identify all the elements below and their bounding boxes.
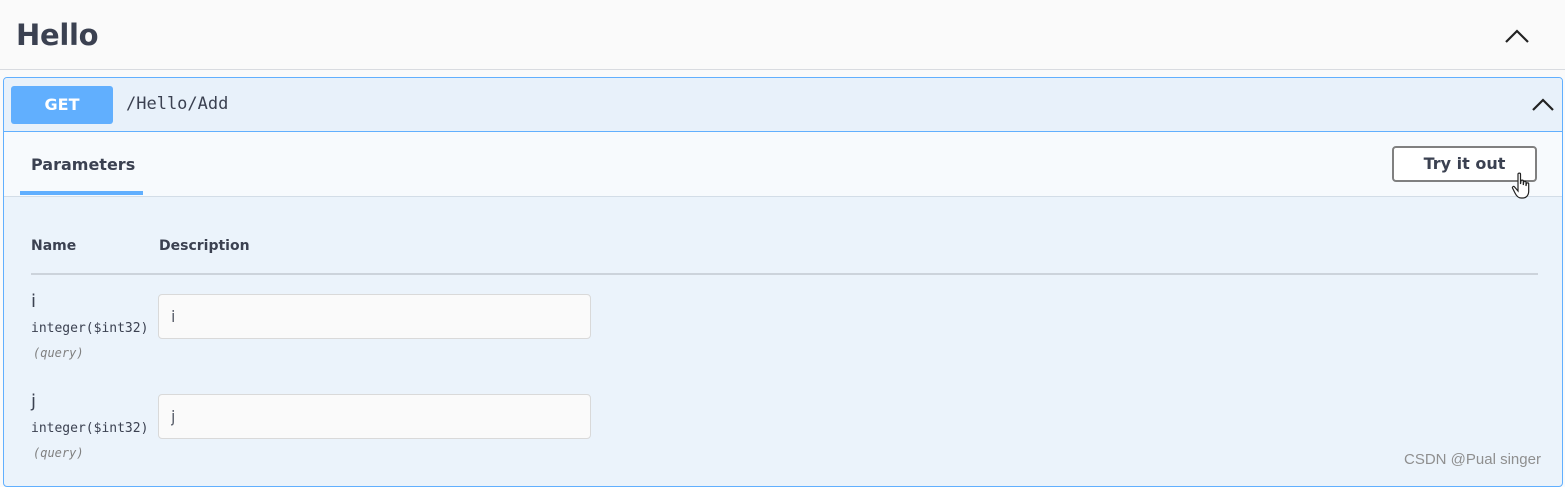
param-i-input[interactable] (158, 294, 591, 339)
tab-parameters[interactable]: Parameters (31, 155, 135, 174)
param-type: integer($int32) (31, 421, 149, 436)
operation-summary[interactable]: GET /Hello/Add (4, 78, 1562, 132)
param-location: (query) (33, 346, 84, 360)
operation-path: /Hello/Add (126, 94, 229, 114)
tab-active-indicator (20, 191, 143, 195)
param-j-input[interactable] (158, 394, 591, 439)
hand-pointer-icon (1511, 172, 1530, 199)
section-title: Hello (16, 18, 99, 52)
operation-block: GET /Hello/Add Parameters Try it out Nam… (3, 77, 1563, 487)
column-header-name: Name (31, 238, 77, 254)
param-location: (query) (33, 446, 84, 460)
table-header-divider (31, 273, 1538, 275)
column-header-description: Description (159, 238, 250, 254)
tab-bar: Parameters Try it out (4, 132, 1562, 197)
watermark: CSDN @Pual singer (1404, 451, 1541, 468)
method-badge: GET (11, 86, 113, 124)
chevron-up-icon[interactable] (1530, 97, 1556, 113)
param-name: i (31, 291, 37, 312)
param-name: j (31, 391, 37, 412)
section-header[interactable]: Hello (0, 0, 1565, 70)
param-type: integer($int32) (31, 321, 149, 336)
chevron-up-icon[interactable] (1503, 27, 1531, 45)
